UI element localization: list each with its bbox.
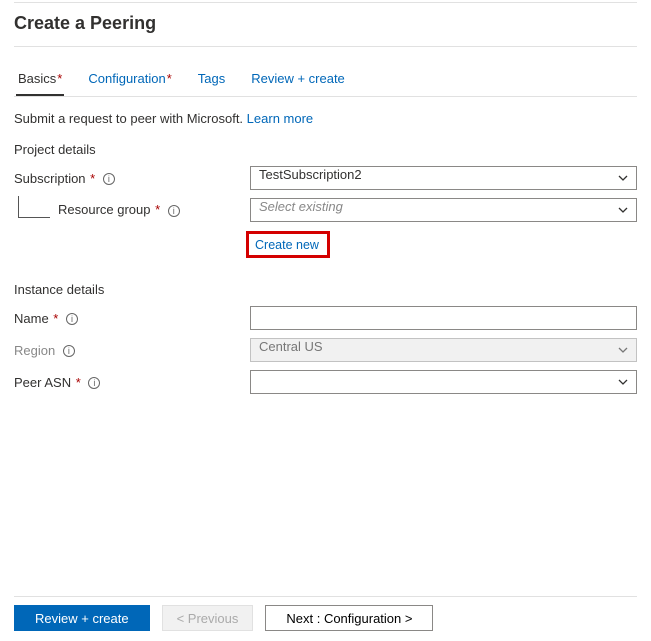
resource-group-placeholder: Select existing: [259, 199, 343, 214]
description-plain: Submit a request to peer with Microsoft.: [14, 111, 243, 126]
tab-basics[interactable]: Basics*: [16, 65, 64, 96]
tab-configuration-label: Configuration: [88, 71, 165, 86]
tabs-bar: Basics* Configuration* Tags Review + cre…: [14, 65, 637, 97]
required-marker: *: [86, 171, 96, 186]
region-select: Central US: [250, 338, 637, 362]
resource-group-label-text: Resource group: [58, 202, 151, 217]
required-marker: *: [56, 71, 62, 86]
section-project-details: Project details: [14, 142, 637, 157]
info-icon[interactable]: i: [168, 205, 180, 217]
description-text: Submit a request to peer with Microsoft.…: [14, 111, 637, 126]
peer-asn-label: Peer ASN * i: [14, 375, 250, 390]
tab-review-create[interactable]: Review + create: [249, 65, 347, 96]
page-title: Create a Peering: [14, 13, 637, 34]
peer-asn-select[interactable]: [250, 370, 637, 394]
name-label-text: Name: [14, 311, 49, 326]
region-value: Central US: [259, 339, 323, 354]
create-new-highlight: Create new: [246, 231, 330, 258]
subscription-label: Subscription * i: [14, 171, 250, 186]
tab-basics-label: Basics: [18, 71, 56, 86]
tab-review-create-label: Review + create: [251, 71, 345, 86]
tab-tags-label: Tags: [198, 71, 225, 86]
resource-group-select[interactable]: Select existing: [250, 198, 637, 222]
required-marker: *: [166, 71, 172, 86]
review-create-button[interactable]: Review + create: [14, 605, 150, 631]
create-new-link[interactable]: Create new: [255, 238, 319, 252]
subscription-label-text: Subscription: [14, 171, 86, 186]
info-icon[interactable]: i: [103, 173, 115, 185]
required-marker: *: [151, 202, 161, 217]
previous-button: < Previous: [162, 605, 254, 631]
resource-group-label: Resource group * i: [58, 202, 180, 217]
subscription-value: TestSubscription2: [259, 167, 362, 182]
footer-bar: Review + create < Previous Next : Config…: [14, 596, 637, 631]
info-icon[interactable]: i: [66, 313, 78, 325]
info-icon[interactable]: i: [88, 377, 100, 389]
region-label-text: Region: [14, 343, 55, 358]
tab-tags[interactable]: Tags: [196, 65, 227, 96]
tree-connector-icon: [18, 196, 50, 218]
peer-asn-label-text: Peer ASN: [14, 375, 71, 390]
next-configuration-button[interactable]: Next : Configuration >: [265, 605, 433, 631]
subscription-select[interactable]: TestSubscription2: [250, 166, 637, 190]
region-label: Region i: [14, 343, 250, 358]
required-marker: *: [71, 375, 81, 390]
section-instance-details: Instance details: [14, 282, 637, 297]
name-label: Name * i: [14, 311, 250, 326]
learn-more-link[interactable]: Learn more: [247, 111, 313, 126]
required-marker: *: [49, 311, 59, 326]
info-icon[interactable]: i: [63, 345, 75, 357]
name-input[interactable]: [250, 306, 637, 330]
tab-configuration[interactable]: Configuration*: [86, 65, 173, 96]
